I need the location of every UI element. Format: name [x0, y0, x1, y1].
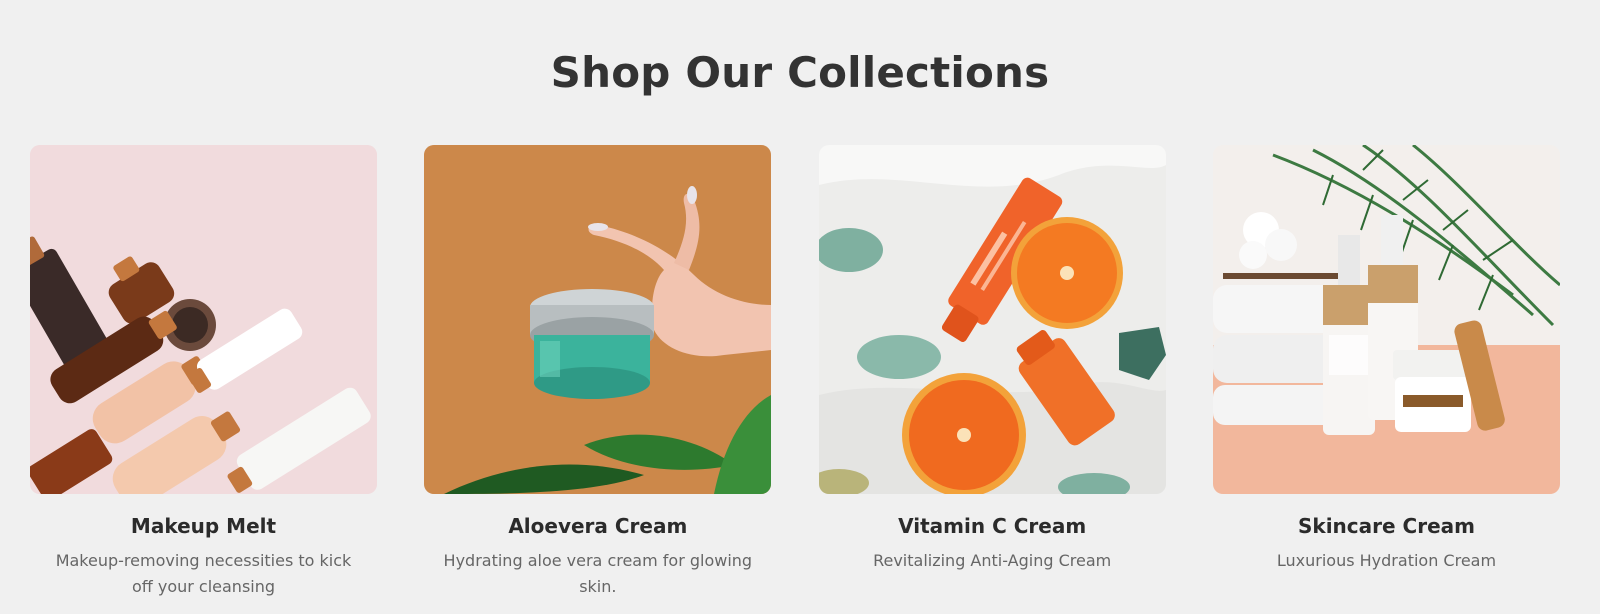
section-title: Shop Our Collections — [550, 48, 1050, 97]
collection-title[interactable]: Skincare Cream — [1213, 514, 1560, 538]
collection-description: Luxurious Hydration Cream — [1276, 551, 1497, 570]
collection-card-makeup-melt[interactable]: Makeup Melt Makeup-removing necessities … — [30, 145, 377, 600]
vitamin-c-image[interactable] — [818, 145, 1166, 494]
aloe-cream-image[interactable] — [424, 145, 772, 494]
collection-card-aloevera-cream[interactable]: Aloevera Cream Hydrating aloe vera cream… — [424, 145, 772, 600]
collection-card-skincare-cream[interactable]: Skincare Cream Luxurious Hydration Cream — [1212, 145, 1560, 600]
skincare-bottles-image[interactable] — [1212, 145, 1560, 494]
makeup-products-image[interactable] — [30, 145, 377, 494]
collection-description: Hydrating aloe vera cream for glowing sk… — [443, 551, 753, 596]
collection-description: Revitalizing Anti-Aging Cream — [873, 551, 1112, 570]
collection-card-vitamin-c-cream[interactable]: Vitamin C Cream Revitalizing Anti-Aging … — [818, 145, 1166, 600]
collections-grid: Makeup Melt Makeup-removing necessities … — [30, 145, 1560, 600]
collection-description: Makeup-removing necessities to kick off … — [55, 551, 352, 596]
collection-title[interactable]: Vitamin C Cream — [819, 514, 1166, 538]
collections-section: Shop Our Collections Makeup Melt Makeup-… — [0, 0, 1600, 614]
collection-title[interactable]: Aloevera Cream — [424, 514, 771, 538]
collection-title[interactable]: Makeup Melt — [30, 514, 377, 538]
